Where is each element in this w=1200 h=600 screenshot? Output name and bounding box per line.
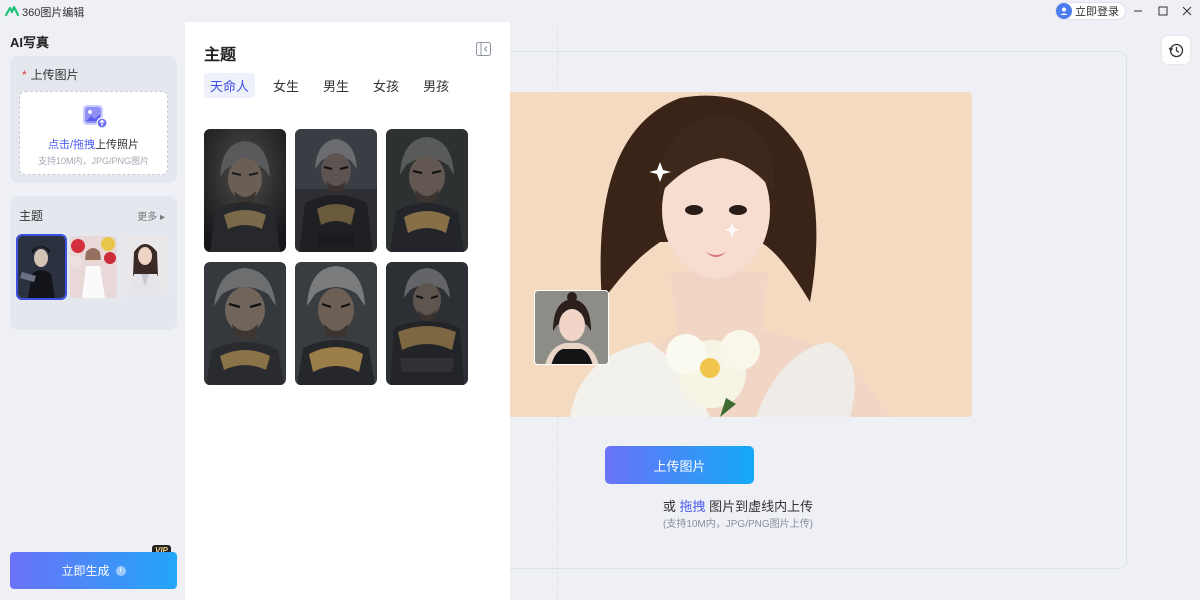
- theme-thumb-image: [70, 236, 117, 298]
- upload-link[interactable]: 点击/拖拽: [48, 139, 95, 151]
- sample-portrait: [510, 92, 972, 417]
- theme-image: [295, 129, 377, 252]
- theme-image-monkey-king-4[interactable]: [204, 262, 286, 385]
- drag-link[interactable]: 拖拽: [679, 499, 705, 514]
- theme-panel: 主题 天命人 女生 男生 女孩 男孩: [185, 22, 510, 600]
- left-panel: AI写真 * 上传图片 点击/拖拽上传照片 支持10M内，JPG/PNG图片 主题…: [0, 22, 185, 600]
- user-avatar-icon: [1056, 3, 1072, 19]
- panel-title: AI写真: [10, 35, 50, 50]
- title-bar: 360图片编辑 立即登录: [0, 0, 1200, 22]
- theme-image: [204, 129, 286, 252]
- info-icon: i: [115, 565, 126, 576]
- upload-hint-text: 或 拖拽 图片到虚线内上传: [510, 496, 966, 515]
- required-mark: *: [22, 68, 27, 82]
- upload-text: 上传照片: [95, 139, 140, 151]
- upload-card: * 上传图片 点击/拖拽上传照片 支持10M内，JPG/PNG图片: [10, 56, 177, 183]
- theme-more-link[interactable]: 更多 ▸: [137, 208, 165, 223]
- theme-image-monkey-king-2[interactable]: [295, 129, 377, 252]
- hint-prefix: 或: [662, 499, 676, 514]
- upload-hint: 支持10M内，JPG/PNG图片: [37, 156, 149, 166]
- tab-girl[interactable]: 女孩: [367, 73, 405, 98]
- theme-thumb-girl-with-balloons[interactable]: [70, 236, 117, 298]
- login-label: 立即登录: [1075, 6, 1119, 18]
- theme-image: [386, 262, 468, 385]
- tab-tianmingren[interactable]: 天命人: [204, 73, 256, 98]
- upload-image-button[interactable]: 上传图片: [605, 446, 754, 484]
- sample-portrait-image: [510, 92, 972, 417]
- close-button[interactable]: [1179, 3, 1195, 19]
- theme-image-monkey-king-5[interactable]: [295, 262, 377, 385]
- theme-panel-title: 主题: [204, 47, 237, 64]
- maximize-button[interactable]: [1155, 3, 1171, 19]
- upload-card-title: * 上传图片: [22, 66, 79, 83]
- history-button[interactable]: [1162, 36, 1190, 64]
- app-title: 360图片编辑: [22, 7, 85, 19]
- upload-sub-hint: (支持10M内，JPG/PNG图片上传): [662, 519, 813, 530]
- theme-thumb-business-woman[interactable]: [122, 236, 169, 298]
- close-icon: [1182, 6, 1192, 16]
- theme-image: [204, 262, 286, 385]
- upload-dropzone[interactable]: 点击/拖拽上传照片 支持10M内，JPG/PNG图片: [19, 91, 168, 175]
- theme-image-monkey-king-3[interactable]: [386, 129, 468, 252]
- generate-button[interactable]: 立即生成 i: [10, 552, 177, 589]
- reference-face-thumbnail: [534, 290, 609, 365]
- theme-card: 主题 更多 ▸: [10, 196, 177, 330]
- theme-tabs: 天命人 女生 男生 女孩 男孩: [204, 73, 467, 98]
- minimize-button[interactable]: [1130, 3, 1146, 19]
- theme-image-monkey-king-1[interactable]: [204, 129, 286, 252]
- theme-card-title: 主题: [19, 209, 44, 223]
- theme-thumb-image: [122, 236, 169, 298]
- minimize-icon: [1134, 10, 1142, 12]
- tab-boy[interactable]: 男孩: [417, 73, 455, 98]
- image-upload-icon: [83, 105, 108, 129]
- hint-suffix: 图片到虚线内上传: [709, 499, 814, 514]
- theme-thumb-dark-warrior[interactable]: [16, 234, 67, 300]
- theme-image: [386, 129, 468, 252]
- collapse-panel-icon[interactable]: [476, 42, 491, 56]
- tab-male[interactable]: 男生: [317, 73, 355, 98]
- theme-image: [295, 262, 377, 385]
- theme-image-monkey-king-6[interactable]: [386, 262, 468, 385]
- generate-label: 立即生成: [61, 564, 110, 578]
- theme-thumb-image: [18, 236, 65, 298]
- maximize-icon: [1158, 6, 1168, 16]
- upload-card-label: 上传图片: [30, 68, 79, 82]
- app-logo-icon: [5, 5, 19, 17]
- history-icon: [1168, 43, 1184, 58]
- reference-face-image: [535, 291, 608, 364]
- upload-instruction: 点击/拖拽上传照片: [20, 136, 167, 152]
- login-button[interactable]: 立即登录: [1055, 2, 1126, 20]
- tab-female[interactable]: 女生: [267, 73, 305, 98]
